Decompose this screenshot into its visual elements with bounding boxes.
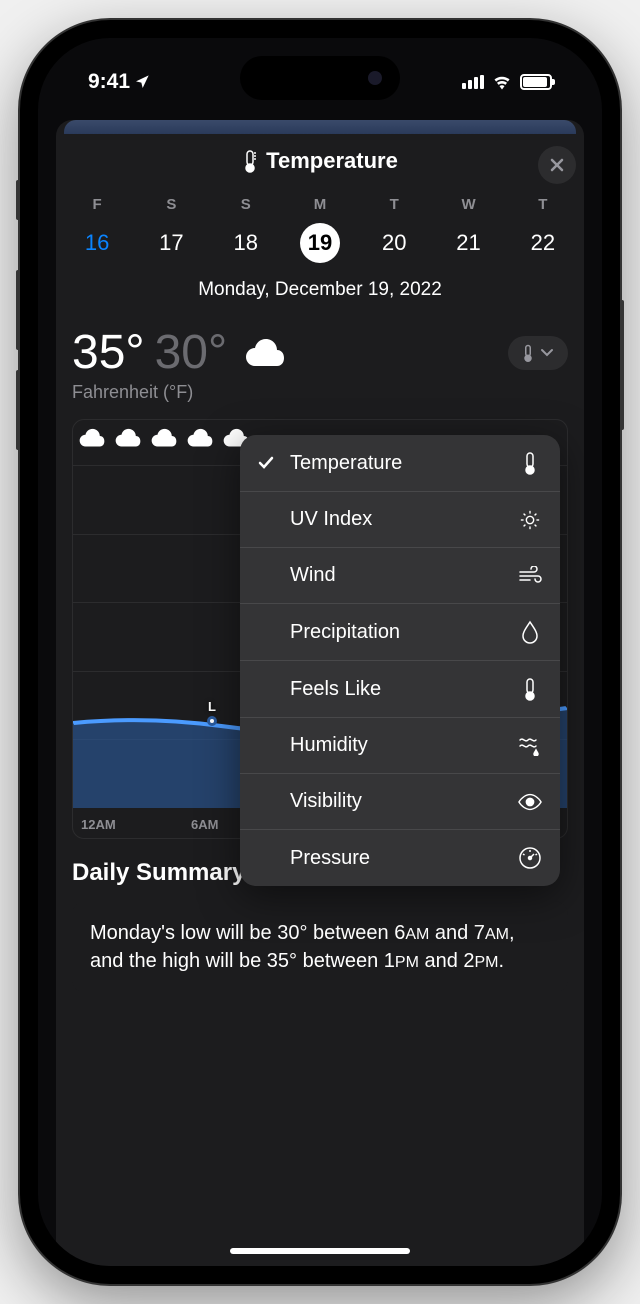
menu-item-label: Precipitation: [290, 621, 504, 644]
location-icon: [134, 74, 150, 90]
menu-item-visibility[interactable]: Visibility: [240, 774, 560, 830]
cloud-icon: [151, 428, 177, 448]
volume-down-button[interactable]: [16, 370, 20, 450]
menu-item-label: Wind: [290, 564, 504, 587]
menu-item-label: Pressure: [290, 847, 504, 870]
day-column[interactable]: T 20: [357, 192, 431, 267]
day-letter: W: [461, 196, 475, 213]
cellular-signal-icon: [462, 75, 484, 89]
close-icon: [549, 157, 565, 173]
menu-item-uv-index[interactable]: UV Index: [240, 492, 560, 548]
day-number: 16: [77, 223, 117, 263]
volume-up-button[interactable]: [16, 270, 20, 350]
thermometer-icon: [242, 149, 258, 173]
silence-switch[interactable]: [16, 180, 20, 220]
day-number: 17: [151, 223, 191, 263]
cloud-icon: [79, 428, 105, 448]
power-button[interactable]: [620, 300, 624, 430]
sheet-title: Temperature: [266, 148, 398, 174]
day-column[interactable]: T 22: [506, 192, 580, 267]
day-column[interactable]: F 16: [60, 192, 134, 267]
menu-item-label: UV Index: [290, 508, 504, 531]
high-temperature: 35°: [72, 325, 145, 380]
day-selector[interactable]: F 16 S 17 S 18 M 19 T 20 W 21 T 22: [56, 192, 584, 279]
menu-item-label: Visibility: [290, 790, 504, 813]
day-number: 19: [300, 223, 340, 263]
cloud-icon: [187, 428, 213, 448]
battery-icon: [520, 74, 552, 90]
sheet-header: Temperature: [56, 134, 584, 192]
low-point-marker: L: [207, 699, 217, 728]
eye-icon: [518, 793, 542, 811]
checkmark-icon: [258, 456, 276, 470]
menu-item-temperature[interactable]: Temperature: [240, 435, 560, 492]
phone-frame: 9:41 Temperature F 16 S 17 S 18 M 19 T 20 W 21: [20, 20, 620, 1284]
day-number: 21: [449, 223, 489, 263]
close-button[interactable]: [538, 146, 576, 184]
day-letter: S: [166, 196, 176, 213]
temperature-summary-row: 35° 30°: [72, 325, 568, 380]
unit-label: Fahrenheit (°F): [72, 382, 568, 403]
menu-item-pressure[interactable]: Pressure: [240, 830, 560, 886]
sun-icon: [518, 509, 542, 531]
day-letter: F: [93, 196, 102, 213]
cloud-icon: [115, 428, 141, 448]
day-column[interactable]: S 18: [209, 192, 283, 267]
cloud-icon: [245, 338, 285, 368]
day-column[interactable]: S 17: [134, 192, 208, 267]
menu-item-precipitation[interactable]: Precipitation: [240, 604, 560, 661]
screen: 9:41 Temperature F 16 S 17 S 18 M 19 T 20 W 21: [38, 38, 602, 1266]
low-temperature: 30°: [155, 325, 228, 380]
wind-icon: [518, 566, 542, 586]
metric-selector-button[interactable]: [508, 336, 568, 370]
wifi-icon: [492, 74, 512, 90]
droplet-icon: [518, 620, 542, 644]
day-letter: T: [538, 196, 547, 213]
day-letter: S: [241, 196, 251, 213]
menu-item-humidity[interactable]: Humidity: [240, 718, 560, 774]
thermometer-icon: [518, 677, 542, 701]
thermometer-small-icon: [522, 344, 534, 362]
day-number: 20: [374, 223, 414, 263]
menu-item-feels-like[interactable]: Feels Like: [240, 661, 560, 718]
menu-item-wind[interactable]: Wind: [240, 548, 560, 604]
chevron-down-icon: [540, 348, 554, 358]
home-indicator[interactable]: [230, 1248, 410, 1254]
background-weather-peek: [64, 120, 576, 134]
day-letter: M: [314, 196, 327, 213]
status-time: 9:41: [88, 70, 130, 94]
day-number: 22: [523, 223, 563, 263]
day-column[interactable]: W 21: [431, 192, 505, 267]
thermometer-icon: [518, 451, 542, 475]
day-number: 18: [226, 223, 266, 263]
gauge-icon: [518, 846, 542, 870]
selected-date-label: Monday, December 19, 2022: [56, 279, 584, 325]
weather-detail-sheet: Temperature F 16 S 17 S 18 M 19 T 20 W 21 T 22 Monday…: [56, 120, 584, 1266]
metric-dropdown-menu: Temperature UV Index Wind Precipitation …: [240, 435, 560, 886]
day-column[interactable]: M 19: [283, 192, 357, 267]
menu-item-label: Humidity: [290, 734, 504, 757]
daily-summary-text: Monday's low will be 30° between 6AM and…: [72, 901, 568, 993]
menu-item-label: Temperature: [290, 452, 504, 475]
humidity-icon: [518, 736, 542, 756]
menu-item-label: Feels Like: [290, 678, 504, 701]
day-letter: T: [390, 196, 399, 213]
dynamic-island: [240, 56, 400, 100]
